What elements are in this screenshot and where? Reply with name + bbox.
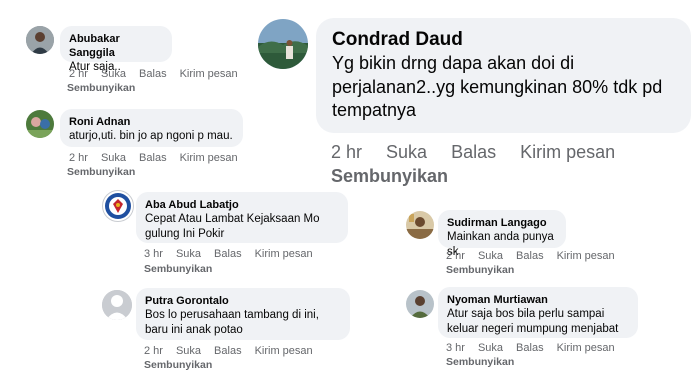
comment-time[interactable]: 3 hr: [144, 248, 163, 260]
hide-button[interactable]: Sembunyikan: [67, 166, 135, 178]
reply-button[interactable]: Balas: [139, 152, 167, 164]
comment-text: Cepat Atau Lambat Kejaksaan Mo gulung In…: [145, 213, 320, 240]
avatar[interactable]: [102, 190, 134, 222]
comment-time[interactable]: 2 hr: [69, 68, 88, 80]
send-message-button[interactable]: Kirim pesan: [255, 248, 313, 260]
comment: Nyoman Murtiawan Atur saja bos bila perl…: [400, 285, 700, 372]
reply-button[interactable]: Balas: [139, 68, 167, 80]
comment-author[interactable]: Nyoman Murtiawan: [447, 293, 629, 307]
comment-time[interactable]: 2 hr: [331, 142, 362, 163]
reply-button[interactable]: Balas: [451, 142, 496, 163]
send-message-button[interactable]: Kirim pesan: [520, 142, 615, 163]
comment-bubble: Abubakar Sanggila Atur saja..: [60, 26, 172, 73]
like-button[interactable]: Suka: [386, 142, 427, 163]
hide-button[interactable]: Sembunyikan: [144, 263, 212, 275]
hide-button[interactable]: Sembunyikan: [144, 359, 212, 371]
comment-time[interactable]: 3 hr: [446, 342, 465, 354]
comment: Putra Gorontalo Bos lo perusahaan tamban…: [100, 286, 360, 372]
comment-author[interactable]: Sudirman Langago: [447, 216, 557, 230]
send-message-button[interactable]: Kirim pesan: [180, 152, 238, 164]
comment-author[interactable]: Roni Adnan: [69, 115, 234, 129]
like-button[interactable]: Suka: [176, 345, 201, 357]
comment-author[interactable]: Putra Gorontalo: [145, 294, 341, 308]
comment-bubble: Putra Gorontalo Bos lo perusahaan tamban…: [136, 288, 350, 340]
reply-button[interactable]: Balas: [516, 250, 544, 262]
comment: Abubakar Sanggila Atur saja.. 2 hr Suka Ba…: [0, 0, 260, 100]
comment-time[interactable]: 2 hr: [69, 152, 88, 164]
comment-actions: 2 hr Suka Balas Kirim pesan: [69, 68, 251, 80]
like-button[interactable]: Suka: [101, 68, 126, 80]
comment-author[interactable]: Abubakar Sanggila: [69, 32, 163, 60]
comment-actions: 2 hr Suka Balas Kirim pesan: [446, 250, 628, 262]
comment-text: Atur saja bos bila perlu sampai keluar n…: [447, 308, 619, 335]
hide-button[interactable]: Sembunyikan: [67, 82, 135, 94]
comment: Aba Abud Labatjo Cepat Atau Lambat Kejak…: [100, 188, 360, 278]
comment-bubble: Nyoman Murtiawan Atur saja bos bila perl…: [438, 287, 638, 338]
send-message-button[interactable]: Kirim pesan: [557, 342, 615, 354]
reply-button[interactable]: Balas: [214, 248, 242, 260]
comment-time[interactable]: 2 hr: [446, 250, 465, 262]
like-button[interactable]: Suka: [478, 342, 503, 354]
avatar[interactable]: [26, 110, 54, 138]
comment-author[interactable]: Condrad Daud: [332, 28, 677, 52]
comment-actions: 3 hr Suka Balas Kirim pesan: [446, 342, 628, 354]
comment-text: aturjo,uti. bin jo ap ngoni p mau.: [69, 130, 233, 142]
like-button[interactable]: Suka: [176, 248, 201, 260]
like-button[interactable]: Suka: [101, 152, 126, 164]
like-button[interactable]: Suka: [478, 250, 503, 262]
comment-actions: 2 hr Suka Balas Kirim pesan: [69, 152, 251, 164]
comment-bubble: Sudirman Langago Mainkan anda punya sk: [438, 210, 566, 258]
send-message-button[interactable]: Kirim pesan: [255, 345, 313, 357]
comment-actions: 3 hr Suka Balas Kirim pesan: [144, 248, 326, 260]
comment-bubble: Condrad Daud Yg bikin drng dapa akan doi…: [316, 18, 691, 133]
comment: Condrad Daud Yg bikin drng dapa akan doi…: [250, 0, 700, 200]
avatar[interactable]: [26, 26, 54, 54]
avatar[interactable]: [102, 290, 132, 320]
avatar[interactable]: [406, 290, 434, 318]
comment-text: Yg bikin drng dapa akan doi di perjalana…: [332, 53, 663, 120]
hide-button[interactable]: Sembunyikan: [446, 356, 514, 368]
avatar[interactable]: [406, 211, 434, 239]
comment-actions: 2 hr Suka Balas Kirim pesan: [331, 142, 639, 163]
hide-button[interactable]: Sembunyikan: [331, 166, 448, 187]
comment-text: Bos lo perusahaan tambang di ini, baru i…: [145, 309, 319, 336]
send-message-button[interactable]: Kirim pesan: [557, 250, 615, 262]
reply-button[interactable]: Balas: [214, 345, 242, 357]
comment: Sudirman Langago Mainkan anda punya sk 2…: [400, 205, 700, 280]
comment-actions: 2 hr Suka Balas Kirim pesan: [144, 345, 326, 357]
reply-button[interactable]: Balas: [516, 342, 544, 354]
comment: Roni Adnan aturjo,uti. bin jo ap ngoni p…: [0, 100, 260, 185]
send-message-button[interactable]: Kirim pesan: [180, 68, 238, 80]
avatar[interactable]: [258, 19, 308, 69]
hide-button[interactable]: Sembunyikan: [446, 264, 514, 276]
comment-time[interactable]: 2 hr: [144, 345, 163, 357]
comment-author[interactable]: Aba Abud Labatjo: [145, 198, 339, 212]
comment-bubble: Roni Adnan aturjo,uti. bin jo ap ngoni p…: [60, 109, 243, 147]
